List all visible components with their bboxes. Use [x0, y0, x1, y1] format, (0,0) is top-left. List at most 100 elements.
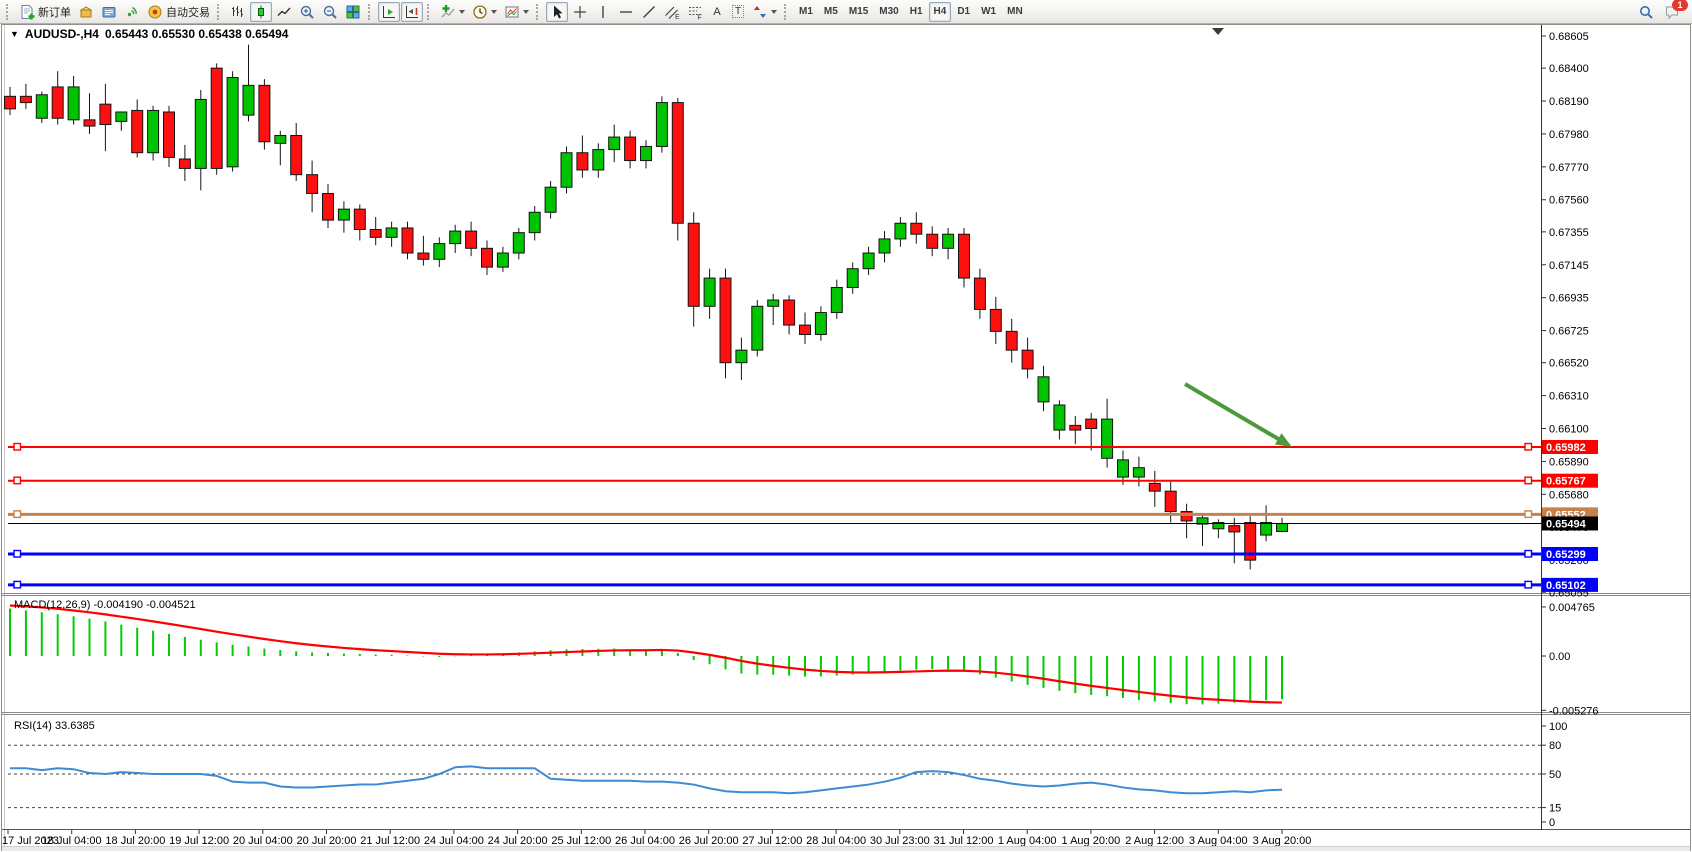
time-tick-label: 18 Jul 04:00 — [42, 835, 102, 847]
auto-trading-icon — [147, 4, 163, 20]
timeframe-d1-button[interactable]: D1 — [952, 2, 975, 22]
price-tick-label: 0.68190 — [1549, 96, 1589, 108]
price-tick-label: 0.66935 — [1549, 293, 1589, 305]
line-handle[interactable] — [14, 551, 21, 558]
line-chart-icon — [276, 4, 292, 20]
profiles-icon — [101, 4, 117, 20]
toolbar-grip[interactable] — [368, 4, 374, 20]
symbol-dropdown-icon[interactable]: ▼ — [10, 29, 19, 39]
new-order-button[interactable]: 新订单 — [16, 2, 74, 22]
line-handle[interactable] — [14, 443, 21, 450]
trendline-button[interactable] — [638, 2, 660, 22]
price-tick-label: 0.66725 — [1549, 326, 1589, 338]
price-tick-label: 0.65890 — [1549, 456, 1589, 468]
crosshair-button[interactable] — [569, 2, 591, 22]
svg-text:0.65982: 0.65982 — [1546, 442, 1586, 454]
chart-shift-button[interactable] — [401, 2, 423, 22]
timeframe-m30-button[interactable]: M30 — [874, 2, 903, 22]
toolbar-grip[interactable] — [6, 4, 12, 20]
signals-button[interactable] — [121, 2, 143, 22]
equidistant-channel-icon: E — [664, 4, 680, 20]
time-tick-label: 19 Jul 12:00 — [169, 835, 229, 847]
time-tick-label: 24 Jul 20:00 — [488, 835, 548, 847]
notifications-button[interactable]: 1 — [1661, 2, 1683, 22]
timeframe-m15-button[interactable]: M15 — [844, 2, 873, 22]
equidistant-channel-button[interactable]: E — [661, 2, 683, 22]
toolbar-grip[interactable] — [536, 4, 542, 20]
profiles-button[interactable] — [98, 2, 120, 22]
line-handle[interactable] — [14, 581, 21, 588]
toolbar-grip[interactable] — [427, 4, 433, 20]
zoom-out-icon — [322, 4, 338, 20]
text-button[interactable]: A — [707, 2, 727, 22]
timeframe-m5-button[interactable]: M5 — [819, 2, 843, 22]
rsi-tick-label: 80 — [1549, 740, 1561, 752]
svg-text:0.65494: 0.65494 — [1546, 518, 1587, 530]
auto-trading-button[interactable]: 自动交易 — [144, 2, 213, 22]
svg-text:0.65767: 0.65767 — [1546, 476, 1586, 488]
bar-chart-button[interactable] — [227, 2, 249, 22]
search-icon — [1638, 4, 1654, 20]
new-order-label: 新订单 — [38, 4, 71, 20]
svg-text:0.65102: 0.65102 — [1546, 580, 1586, 592]
line-handle[interactable] — [1525, 443, 1532, 450]
periods-button[interactable] — [469, 2, 500, 22]
chart-symbol-timeframe: AUDUSD-,H4 — [25, 27, 99, 41]
rsi-tick-label: 50 — [1549, 769, 1561, 781]
text-label-tool-glyph: T — [732, 5, 744, 18]
chevron-down-icon — [491, 10, 497, 17]
templates-button[interactable] — [501, 2, 532, 22]
cursor-button[interactable] — [546, 2, 568, 22]
candlestick-chart-button[interactable] — [250, 2, 272, 22]
price-tick-label: 0.67980 — [1549, 129, 1589, 141]
text-tool-glyph: A — [713, 6, 720, 18]
one-click-trading-icon — [78, 4, 94, 20]
timeframe-h1-button[interactable]: H1 — [905, 2, 928, 22]
time-tick-label: 21 Jul 12:00 — [360, 835, 420, 847]
price-tag: 0.65102 — [1542, 578, 1598, 592]
time-tick-label: 28 Jul 04:00 — [806, 835, 866, 847]
tile-windows-icon — [345, 4, 361, 20]
timeframe-m1-button[interactable]: M1 — [794, 2, 818, 22]
horizontal-line-button[interactable] — [615, 2, 637, 22]
horizontal-line-icon — [618, 4, 634, 20]
auto-scroll-button[interactable] — [378, 2, 400, 22]
indicators-button[interactable] — [437, 2, 468, 22]
line-handle[interactable] — [1525, 511, 1532, 518]
text-label-button[interactable]: T — [728, 2, 748, 22]
one-click-trading-button[interactable] — [75, 2, 97, 22]
chart-canvas: 0.686050.684000.681900.679800.677700.675… — [0, 0, 1692, 852]
time-tick-label: 20 Jul 20:00 — [297, 835, 357, 847]
vertical-line-button[interactable] — [592, 2, 614, 22]
line-chart-button[interactable] — [273, 2, 295, 22]
price-tick-label: 0.65680 — [1549, 489, 1589, 501]
line-handle[interactable] — [14, 477, 21, 484]
macd-indicator-label: MACD(12,26,9) -0.004190 -0.004521 — [14, 599, 196, 611]
time-tick-label: 1 Aug 20:00 — [1062, 835, 1121, 847]
search-button[interactable] — [1635, 2, 1657, 22]
time-tick-label: 20 Jul 04:00 — [233, 835, 293, 847]
time-tick-label: 25 Jul 12:00 — [551, 835, 611, 847]
line-handle[interactable] — [14, 511, 21, 518]
timeframe-w1-button[interactable]: W1 — [976, 2, 1001, 22]
timeframe-h4-button[interactable]: H4 — [929, 2, 952, 22]
chevron-down-icon — [523, 10, 529, 17]
time-tick-label: 26 Jul 04:00 — [615, 835, 675, 847]
toolbar-grip[interactable] — [784, 4, 790, 20]
toolbar-grip[interactable] — [217, 4, 223, 20]
line-handle[interactable] — [1525, 477, 1532, 484]
price-tick-label: 0.67560 — [1549, 195, 1589, 207]
price-tick-label: 0.66310 — [1549, 391, 1589, 403]
chevron-down-icon — [771, 10, 777, 17]
fibonacci-button[interactable]: F — [684, 2, 706, 22]
zoom-in-button[interactable] — [296, 2, 318, 22]
timeframe-mn-button[interactable]: MN — [1002, 2, 1028, 22]
zoom-out-button[interactable] — [319, 2, 341, 22]
tile-windows-button[interactable] — [342, 2, 364, 22]
chart-title: ▼ AUDUSD-,H4 0.65443 0.65530 0.65438 0.6… — [10, 27, 288, 41]
time-tick-label: 27 Jul 12:00 — [742, 835, 802, 847]
arrows-button[interactable] — [749, 2, 780, 22]
line-handle[interactable] — [1525, 581, 1532, 588]
price-tick-label: 0.67770 — [1549, 162, 1589, 174]
line-handle[interactable] — [1525, 551, 1532, 558]
